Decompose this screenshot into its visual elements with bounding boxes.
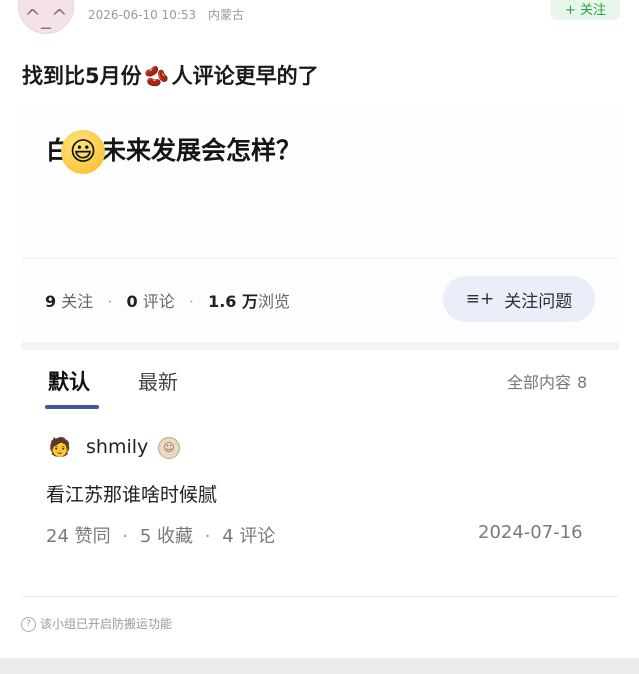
author-avatar[interactable]: ^_^: [18, 0, 74, 34]
footer-bar: [0, 658, 639, 674]
active-tab-indicator: [45, 405, 99, 409]
username[interactable]: shmily: [86, 436, 148, 458]
tab-latest[interactable]: 最新: [138, 366, 178, 395]
tab-default[interactable]: 默认: [48, 366, 90, 396]
follows-label: 关注: [61, 292, 94, 311]
divider: [22, 258, 619, 259]
follow-question-label: 关注问题: [504, 291, 573, 312]
comments-label: 评论: [142, 292, 175, 311]
stats-separator: ·: [204, 526, 211, 547]
post-title: 找到比5月份 🫘 人评论更早的了: [22, 60, 319, 90]
all-content-count: 8: [577, 373, 588, 392]
user-avatar[interactable]: 🧑: [46, 434, 74, 462]
likes-count: 24 赞同: [46, 526, 111, 547]
post-title-end: 人评论更早的了: [171, 64, 319, 88]
add-list-icon: ≡+: [465, 289, 495, 309]
answer-date: 2024-07-16: [478, 522, 583, 543]
favorites-count: 5 收藏: [139, 526, 194, 547]
answer-stats: 24 赞同 · 5 收藏 · 4 评论: [46, 522, 275, 548]
follow-author-button[interactable]: + 关注: [551, 0, 620, 20]
anti-repost-notice: ? 该小组已开启防搬运功能: [21, 615, 172, 632]
notice-text: 该小组已开启防搬运功能: [40, 617, 173, 631]
post-title-start: 找到比5月份: [22, 64, 142, 88]
smiley-icon: 😃: [61, 130, 106, 174]
user-badge-icon: ☺: [158, 437, 180, 459]
stats-separator: ·: [188, 292, 194, 311]
comments-count: 0: [126, 292, 138, 311]
post-date: 2026-06-10 10:53: [88, 8, 197, 22]
question-title-end: 未来发展会怎样？: [101, 136, 302, 165]
bean-icon: 🫘: [144, 64, 170, 88]
views-count: 1.6 万: [208, 292, 258, 311]
answer-text[interactable]: 看江苏那谁啥时候腻: [46, 480, 217, 507]
stats-separator: ·: [107, 292, 113, 311]
section-gap: [22, 342, 619, 350]
post-meta: 2026-06-10 10:53 内蒙古: [88, 6, 252, 23]
stats-separator: ·: [122, 526, 129, 547]
question-circle-icon: ?: [21, 617, 36, 632]
divider: [22, 596, 619, 597]
shared-question-card[interactable]: 白😃 未来发展会怎样？ 9 关注 · 0 评论 · 1.6 万浏览 ≡+ 关注问题: [22, 108, 619, 344]
question-title: 白😃 未来发展会怎样？: [46, 130, 301, 174]
follows-count: 9: [45, 292, 57, 311]
views-label: 浏览: [257, 292, 290, 311]
follow-question-button[interactable]: ≡+ 关注问题: [443, 276, 595, 322]
answer-comments-count: 4 评论: [222, 526, 276, 547]
post-location: 内蒙古: [207, 8, 244, 22]
all-content-label: 全部内容: [507, 373, 572, 392]
all-content-link[interactable]: 全部内容 8: [507, 369, 587, 393]
question-stats: 9 关注 · 0 评论 · 1.6 万浏览: [45, 288, 290, 312]
